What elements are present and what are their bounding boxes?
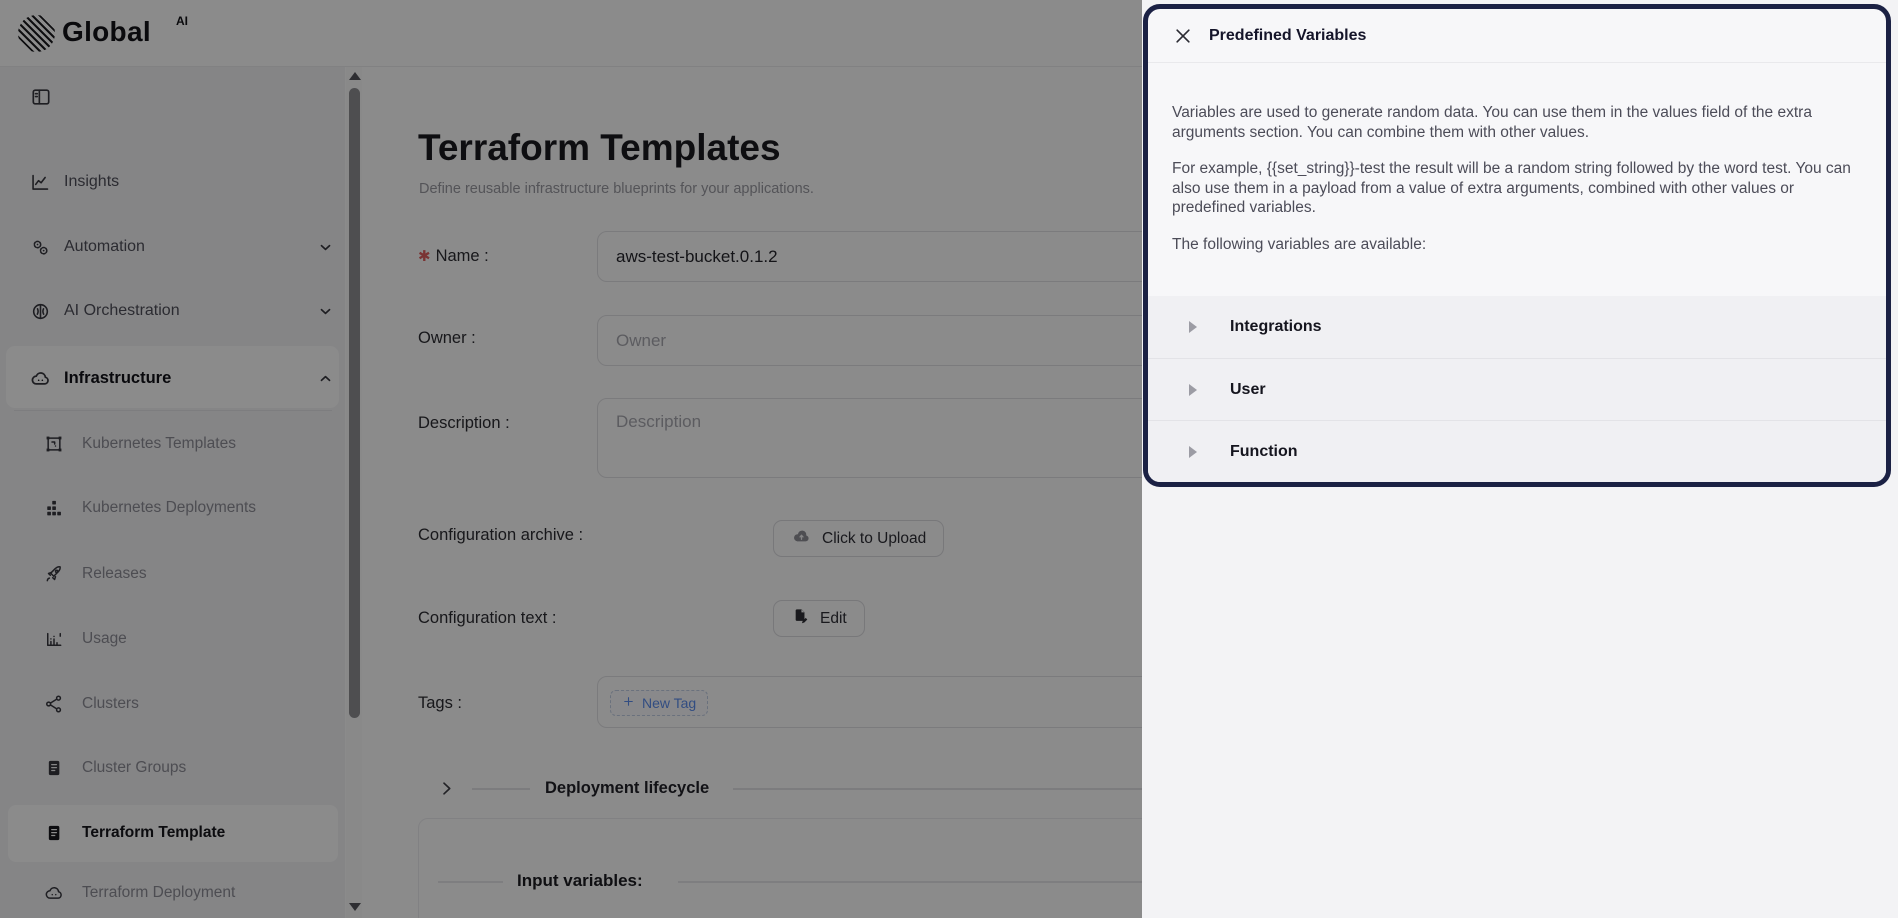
variable-section-label: User [1230, 381, 1266, 399]
panel-body: Variables are used to generate random da… [1148, 63, 1886, 254]
variable-section-integrations[interactable]: Integrations [1148, 296, 1886, 358]
panel-paragraph: The following variables are available: [1172, 235, 1862, 255]
caret-right-icon [1189, 384, 1197, 396]
predefined-variables-drawer: Predefined Variables Variables are used … [1142, 0, 1898, 918]
caret-right-icon [1189, 446, 1197, 458]
app-root: Global AI Insights Automation AI Orchest… [0, 0, 1898, 918]
modal-dim-overlay[interactable] [0, 0, 1142, 918]
variable-section-user[interactable]: User [1148, 358, 1886, 420]
panel-paragraph: For example, {{set_string}}-test the res… [1172, 159, 1862, 218]
close-icon[interactable] [1173, 26, 1193, 46]
panel-header: Predefined Variables [1148, 9, 1886, 63]
variable-section-label: Function [1230, 443, 1298, 461]
variable-section-label: Integrations [1230, 318, 1322, 336]
panel-paragraph: Variables are used to generate random da… [1172, 103, 1862, 142]
predefined-variables-panel: Predefined Variables Variables are used … [1143, 4, 1891, 487]
panel-title: Predefined Variables [1209, 27, 1366, 45]
caret-right-icon [1189, 321, 1197, 333]
variable-sections-list: Integrations User Function [1148, 296, 1886, 482]
variable-section-function[interactable]: Function [1148, 420, 1886, 482]
